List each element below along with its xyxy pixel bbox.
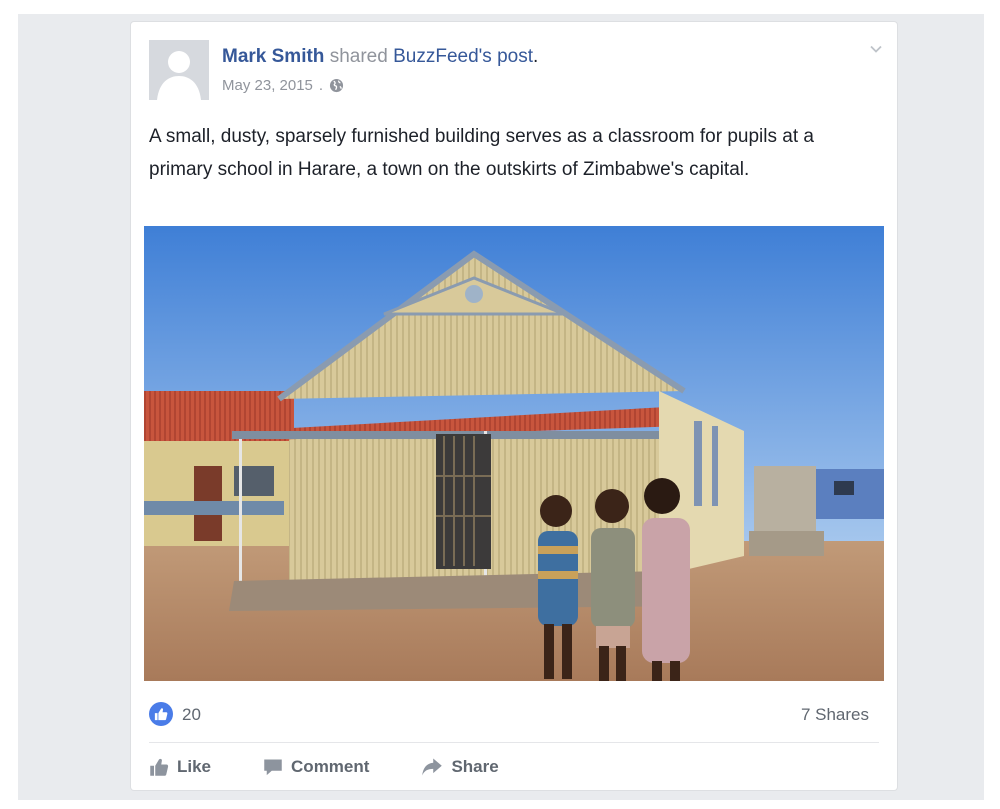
post-stats: 20 7 Shares: [149, 702, 869, 728]
like-count[interactable]: 20: [182, 705, 201, 725]
author-name[interactable]: Mark Smith: [222, 46, 324, 67]
source-page-link[interactable]: BuzzFeed's: [393, 46, 492, 67]
share-arrow-icon: [422, 758, 443, 776]
default-avatar-icon: [149, 40, 209, 100]
source-page-name[interactable]: BuzzFeed: [393, 46, 479, 67]
share-button[interactable]: Share: [421, 754, 499, 780]
meta-separator: .: [318, 77, 324, 94]
post-body-text: A small, dusty, sparsely furnished build…: [149, 126, 814, 180]
chevron-down-icon[interactable]: [869, 42, 883, 56]
thumbs-up-glyph: [154, 708, 168, 721]
like-icon: [150, 758, 169, 776]
share-label: Share: [451, 757, 499, 776]
comment-icon: [264, 759, 282, 776]
post-date[interactable]: May 23, 2015: [222, 77, 313, 94]
like-button[interactable]: Like: [149, 754, 211, 780]
avatar[interactable]: [149, 40, 209, 100]
possessive-suffix: 's: [478, 46, 492, 67]
post-photo[interactable]: [144, 226, 884, 681]
comment-label: Comment: [291, 757, 370, 776]
post-card: Mark Smith shared BuzzFeed's post. May 2…: [131, 22, 897, 790]
comment-button[interactable]: Comment: [263, 754, 369, 780]
share-count[interactable]: 7 Shares: [801, 705, 869, 725]
globe-icon[interactable]: [329, 78, 344, 93]
post-header: Mark Smith shared BuzzFeed's post.: [222, 46, 538, 68]
thumbs-up-icon[interactable]: [149, 702, 173, 726]
header-period: .: [532, 46, 539, 67]
like-label: Like: [177, 757, 212, 776]
original-post-link[interactable]: post: [497, 46, 533, 67]
shared-label: shared: [329, 46, 388, 67]
post-meta: May 23, 2015 .: [222, 77, 344, 94]
divider: [149, 742, 879, 743]
action-bar: Like Comment Share: [149, 754, 499, 780]
